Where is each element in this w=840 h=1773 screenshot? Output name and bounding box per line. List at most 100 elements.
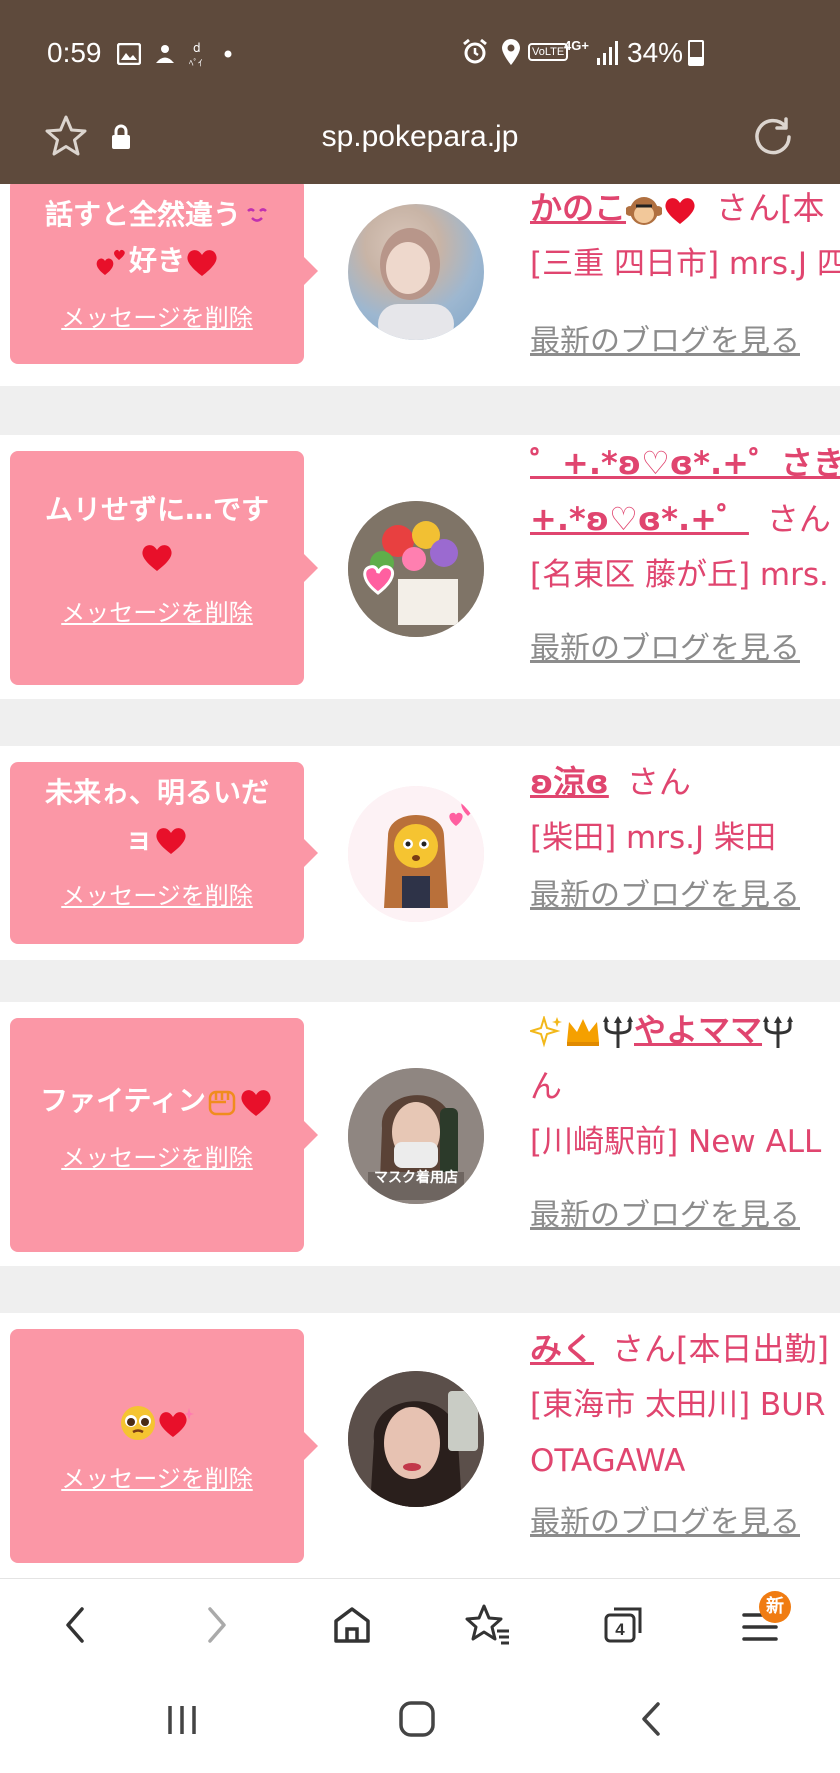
girl-name-link[interactable]: やよママ: [530, 1011, 794, 1049]
status-bar: 0:59 d ﾍﾟｲ VoLTE 4G+ 34%: [0, 0, 840, 100]
girl-name-link[interactable]: ʚ涼ɞ: [530, 763, 609, 801]
fist-icon: [208, 1090, 236, 1116]
avatar[interactable]: [348, 1371, 484, 1507]
girl-info: みく さん[本日出勤] [東海市 太田川] BUR OTAGAWA 最新のブログを…: [530, 1321, 840, 1540]
monkey-icon: [626, 197, 663, 225]
shop-info: [東海市 太田川] BUR: [530, 1387, 826, 1423]
list-item: 話すと全然違う 好き メッセージを削除 かのこ さん[本 [三重 四日市] mrs…: [0, 184, 840, 386]
avatar-photo: マスク着用店: [348, 1068, 484, 1204]
url-text[interactable]: sp.pokepara.jp: [0, 120, 840, 154]
girl-info: やよママ ん [川崎駅前] New ALL 最新のブログを見る: [530, 1002, 840, 1233]
gallery-icon: [117, 43, 141, 65]
shop-info-cont: OTAGAWA: [530, 1443, 686, 1479]
san-label: さん: [766, 500, 831, 538]
avatar[interactable]: [348, 204, 484, 340]
tabs-button[interactable]: 4: [602, 1601, 646, 1649]
girl-name-link[interactable]: ゜+.*ʚ♡ɞ*.+゜さき゜: [530, 444, 840, 482]
san-label: さん[本: [716, 189, 825, 227]
crown-icon: [567, 1019, 599, 1046]
shop-info: [三重 四日市] mrs.J 四: [530, 246, 840, 282]
girl-name-link[interactable]: かのこ: [530, 189, 698, 227]
two-hearts-icon: [96, 249, 125, 275]
back-icon[interactable]: [56, 1601, 96, 1649]
recent-apps-icon[interactable]: [164, 1702, 200, 1738]
message-bubble: 話すと全然違う 好き メッセージを削除: [10, 184, 318, 364]
heart-icon: [156, 828, 186, 854]
avatar-photo: [348, 501, 484, 637]
message-bubble: メッセージを削除: [10, 1329, 318, 1563]
trident-icon: [763, 1016, 794, 1048]
battery-percent: 34%: [627, 37, 684, 68]
trident-icon: [603, 1016, 633, 1048]
latest-blog-link[interactable]: 最新のブログを見る: [530, 623, 800, 667]
latest-blog-link[interactable]: 最新のブログを見る: [530, 1497, 800, 1541]
home-button-icon[interactable]: [398, 1700, 436, 1738]
san-label: さん: [626, 763, 691, 801]
delete-message-link[interactable]: メッセージを削除: [10, 1138, 304, 1173]
avatar[interactable]: [348, 501, 484, 637]
heart-icon: [665, 198, 695, 224]
latest-blog-link[interactable]: 最新のブログを見る: [530, 1190, 800, 1234]
svg-text:d: d: [193, 41, 201, 55]
avatar-photo: [378, 228, 454, 340]
girl-info: かのこ さん[本 [三重 四日市] mrs.J 四 最新のブログを見る: [530, 184, 840, 359]
san-label: さん[本日出勤]: [612, 1330, 829, 1368]
latest-blog-link[interactable]: 最新のブログを見る: [530, 870, 800, 914]
message-bubble: 未来ゎ、明るいだ ョ メッセージを削除: [10, 762, 318, 944]
avatar-photo: [348, 1371, 484, 1507]
message-text: ファイティン: [40, 1084, 206, 1117]
delete-message-link[interactable]: メッセージを削除: [10, 1459, 304, 1494]
latest-blog-link[interactable]: 最新のブログを見る: [530, 316, 800, 360]
home-icon[interactable]: [330, 1601, 374, 1649]
message-list: 話すと全然違う 好き メッセージを削除 かのこ さん[本 [三重 四日市] mrs…: [0, 184, 840, 1578]
status-notification-icons: d ﾍﾟｲ: [117, 40, 233, 68]
avatar-photo: [348, 786, 484, 922]
avatar-caption: マスク着用店: [374, 1169, 458, 1186]
girl-info: ʚ涼ɞ さん [柴田] mrs.J 柴田 最新のブログを見る: [530, 754, 840, 913]
message-text: 話すと全然違う: [44, 198, 241, 231]
list-item: メッセージを削除 みく さん[本日出勤] [東海市 太田川] BUR OTAGAW…: [0, 1313, 840, 1578]
shop-info: [川崎駅前] New ALL: [530, 1124, 822, 1160]
sparkling-heart-icon: [159, 1408, 194, 1437]
avatar[interactable]: [348, 786, 484, 922]
browser-url-bar: sp.pokepara.jp: [0, 100, 840, 184]
message-bubble: ムリせずに…です メッセージを削除: [10, 451, 318, 685]
shop-info: [名東区 藤が丘] mrs.: [530, 557, 829, 593]
status-time: 0:59: [47, 37, 102, 68]
delete-message-link[interactable]: メッセージを削除: [10, 876, 304, 911]
message-text-2: ョ: [124, 822, 153, 855]
girl-name-link[interactable]: みく: [530, 1330, 594, 1368]
bookmarks-icon[interactable]: [465, 1601, 511, 1649]
san-continuation: ん: [530, 1067, 563, 1105]
reload-icon[interactable]: [752, 116, 794, 158]
message-text: ムリせずに…です: [44, 493, 269, 526]
signal-icon: [597, 41, 618, 65]
delete-message-link[interactable]: メッセージを削除: [10, 298, 304, 333]
message-text: 未来ゎ、明るいだ: [44, 776, 269, 809]
delete-message-link[interactable]: メッセージを削除: [10, 593, 304, 628]
heart-icon: [187, 250, 217, 276]
volte-icon: VoLTE: [528, 43, 569, 61]
avatar[interactable]: マスク着用店: [348, 1068, 484, 1204]
alarm-icon: [463, 38, 487, 64]
network-type-label: 4G+: [564, 38, 589, 53]
battery-level-fill: [690, 56, 702, 64]
more-dot-icon: [224, 50, 232, 58]
smile-icon: [247, 208, 267, 222]
battery-icon: [688, 40, 704, 66]
system-nav-bar: [0, 1670, 840, 1773]
sparkles-icon: [530, 1016, 562, 1048]
svg-text:ﾍﾟｲ: ﾍﾟｲ: [189, 58, 203, 68]
heart-icon: [142, 545, 172, 571]
d-payment-icon: d ﾍﾟｲ: [189, 41, 203, 68]
girl-name-link-cont[interactable]: +.*ʚ♡ɞ*.+゜: [530, 500, 749, 538]
system-back-icon[interactable]: [634, 1700, 670, 1738]
forward-icon[interactable]: [196, 1601, 236, 1649]
shop-info: [柴田] mrs.J 柴田: [530, 820, 776, 856]
location-icon: [502, 39, 520, 65]
list-item: ファイティン メッセージを削除 マスク着用店 やよママ ん [川崎駅前] New…: [0, 1002, 840, 1266]
browser-bottom-nav: 4 新: [0, 1578, 840, 1670]
app-notification-icon: [156, 45, 174, 63]
message-text-2: 好き: [128, 244, 185, 277]
message-bubble: ファイティン メッセージを削除: [10, 1018, 318, 1252]
